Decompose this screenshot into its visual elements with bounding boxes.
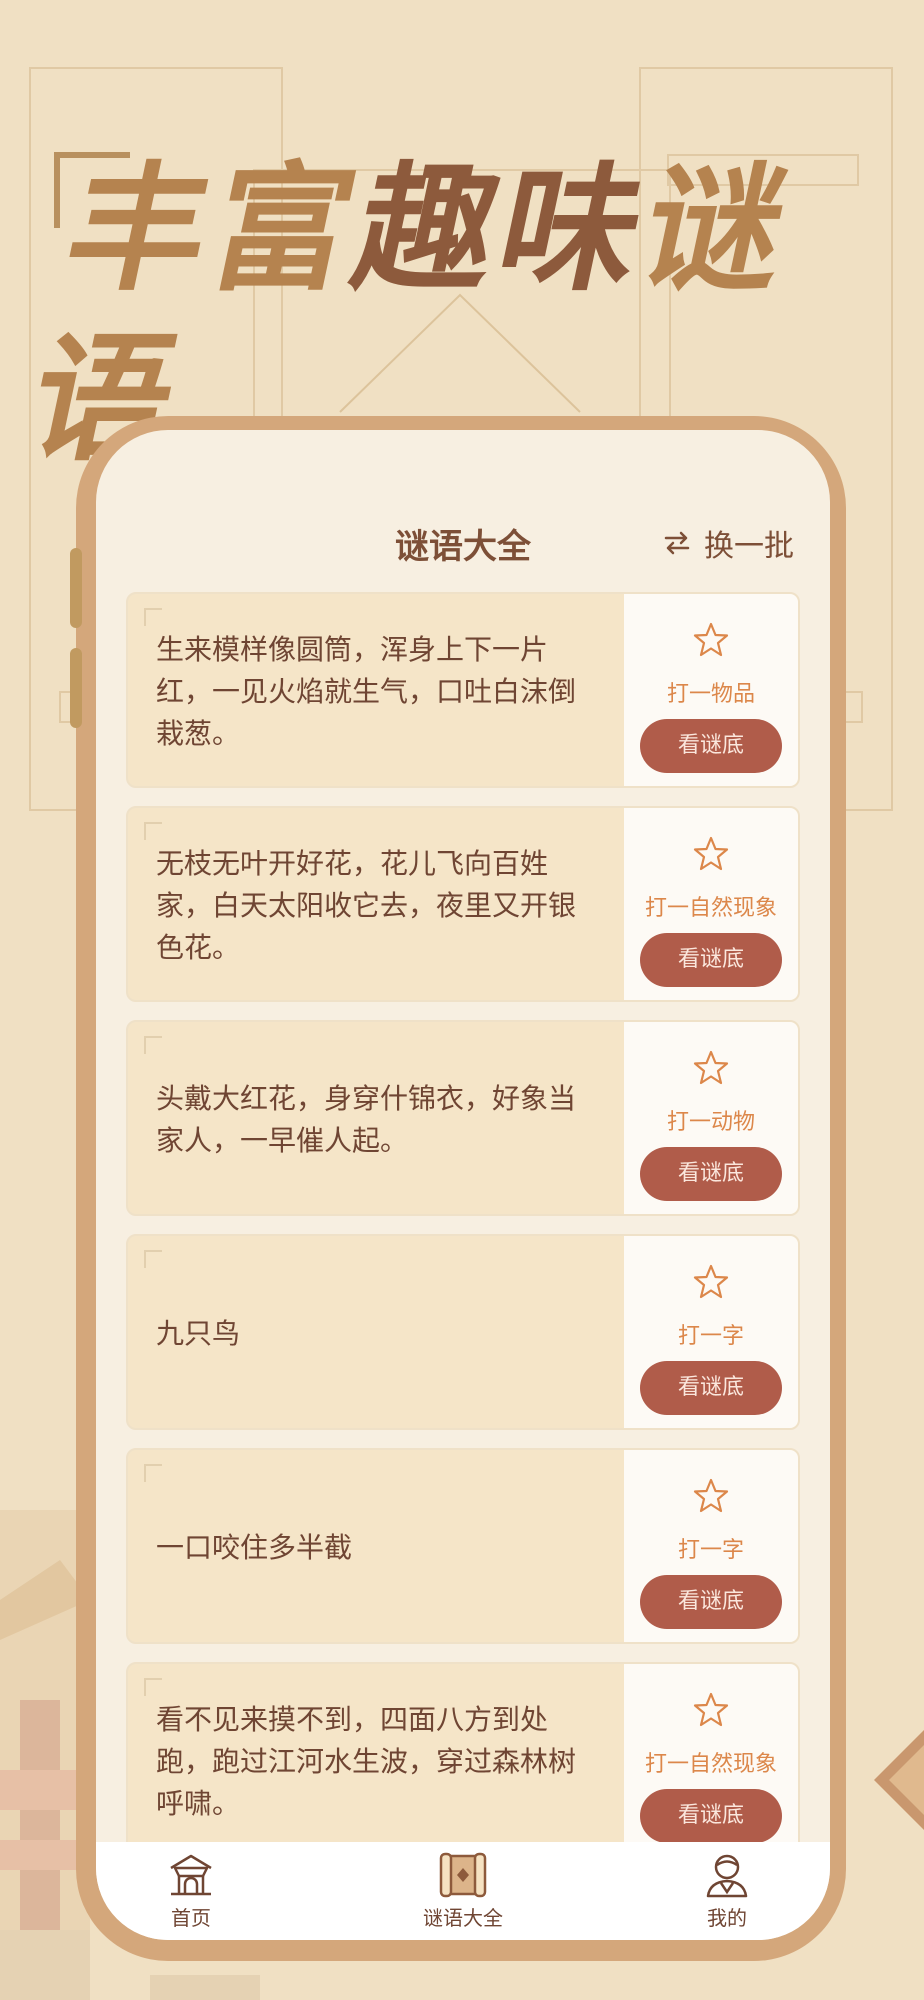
refresh-label: 换一批: [704, 529, 794, 564]
user-icon: [706, 1854, 748, 1898]
riddle-category: 打一动物: [666, 1110, 755, 1135]
riddle-card: 头戴大红花，身穿什锦衣，好象当家人，一早催人起。 打一动物 看谜底: [126, 1020, 800, 1216]
riddle-actions: 打一动物 看谜底: [624, 1022, 798, 1214]
star-outline-icon[interactable]: [692, 1264, 730, 1300]
riddle-card: 看不见来摸不到，四面八方到处跑，跑过江河水生波，穿过森林树呼啸。 打一自然现象 …: [126, 1662, 800, 1858]
app-screen: 谜语大全 换一批 生来模样像圆筒，浑身上下一片红，一见火焰就生气，口吐白沫倒栽葱…: [96, 430, 830, 1940]
riddle-card: 生来模样像圆筒，浑身上下一片红，一见火焰就生气，口吐白沫倒栽葱。 打一物品 看谜…: [126, 592, 800, 788]
hero-title-part-1: 丰富: [52, 149, 376, 310]
riddle-text: 九只鸟: [156, 1317, 241, 1350]
view-answer-button[interactable]: 看谜底: [640, 1361, 782, 1415]
view-answer-button[interactable]: 看谜底: [640, 1147, 782, 1201]
temple-icon: [170, 1854, 212, 1896]
riddle-category: 打一字: [677, 1324, 744, 1349]
riddle-actions: 打一字 看谜底: [624, 1236, 798, 1428]
view-answer-button[interactable]: 看谜底: [640, 719, 782, 773]
riddle-actions: 打一自然现象 看谜底: [624, 1664, 798, 1856]
star-outline-icon[interactable]: [692, 1050, 730, 1086]
tab-mine-label: 我的: [707, 1906, 747, 1930]
bottom-tab-bar: 首页 谜语大全 我的: [96, 1842, 830, 1940]
view-answer-button[interactable]: 看谜底: [640, 933, 782, 987]
riddle-card: 一口咬住多半截 打一字 看谜底: [126, 1448, 800, 1644]
view-answer-button[interactable]: 看谜底: [640, 1789, 782, 1843]
star-outline-icon[interactable]: [692, 836, 730, 872]
star-outline-icon[interactable]: [692, 1692, 730, 1728]
riddle-text: 头戴大红花，身穿什锦衣，好象当家人，一早催人起。: [156, 1082, 577, 1157]
tab-home[interactable]: 首页: [116, 1842, 266, 1940]
hero-title-part-2: 趣味: [341, 149, 664, 310]
riddle-actions: 打一物品 看谜底: [624, 594, 798, 786]
riddle-category: 打一自然现象: [644, 1752, 777, 1777]
riddle-text: 看不见来摸不到，四面八方到处跑，跑过江河水生波，穿过森林树呼啸。: [156, 1703, 577, 1820]
view-answer-button[interactable]: 看谜底: [640, 1575, 782, 1629]
phone-side-button-upper: [70, 548, 82, 628]
riddle-card: 无枝无叶开好花，花儿飞向百姓家，白天太阳收它去，夜里又开银色花。 打一自然现象 …: [126, 806, 800, 1002]
riddle-card: 九只鸟 打一字 看谜底: [126, 1234, 800, 1430]
riddle-text: 无枝无叶开好花，花儿飞向百姓家，白天太阳收它去，夜里又开银色花。: [156, 847, 577, 964]
riddle-category: 打一自然现象: [644, 896, 777, 921]
page-header: 谜语大全 换一批: [96, 505, 830, 585]
riddle-category: 打一字: [677, 1538, 744, 1563]
star-outline-icon[interactable]: [692, 622, 730, 658]
swap-arrows-icon: [664, 531, 690, 555]
riddle-actions: 打一自然现象 看谜底: [624, 808, 798, 1000]
refresh-batch-button[interactable]: 换一批: [662, 521, 794, 565]
tab-riddles-label: 谜语大全: [423, 1906, 503, 1930]
riddle-text: 一口咬住多半截: [156, 1531, 353, 1564]
phone-side-button-lower: [70, 648, 82, 728]
riddle-category: 打一物品: [666, 682, 755, 707]
star-outline-icon[interactable]: [692, 1478, 730, 1514]
riddle-actions: 打一字 看谜底: [624, 1450, 798, 1642]
hero-title: 丰富趣味谜语: [17, 145, 888, 480]
scroll-icon: [439, 1852, 487, 1898]
tab-home-label: 首页: [171, 1906, 211, 1930]
tab-riddles[interactable]: 谜语大全: [388, 1842, 538, 1940]
tab-mine[interactable]: 我的: [652, 1842, 802, 1940]
riddle-text: 生来模样像圆筒，浑身上下一片红，一见火焰就生气，口吐白沫倒栽葱。: [156, 633, 577, 750]
